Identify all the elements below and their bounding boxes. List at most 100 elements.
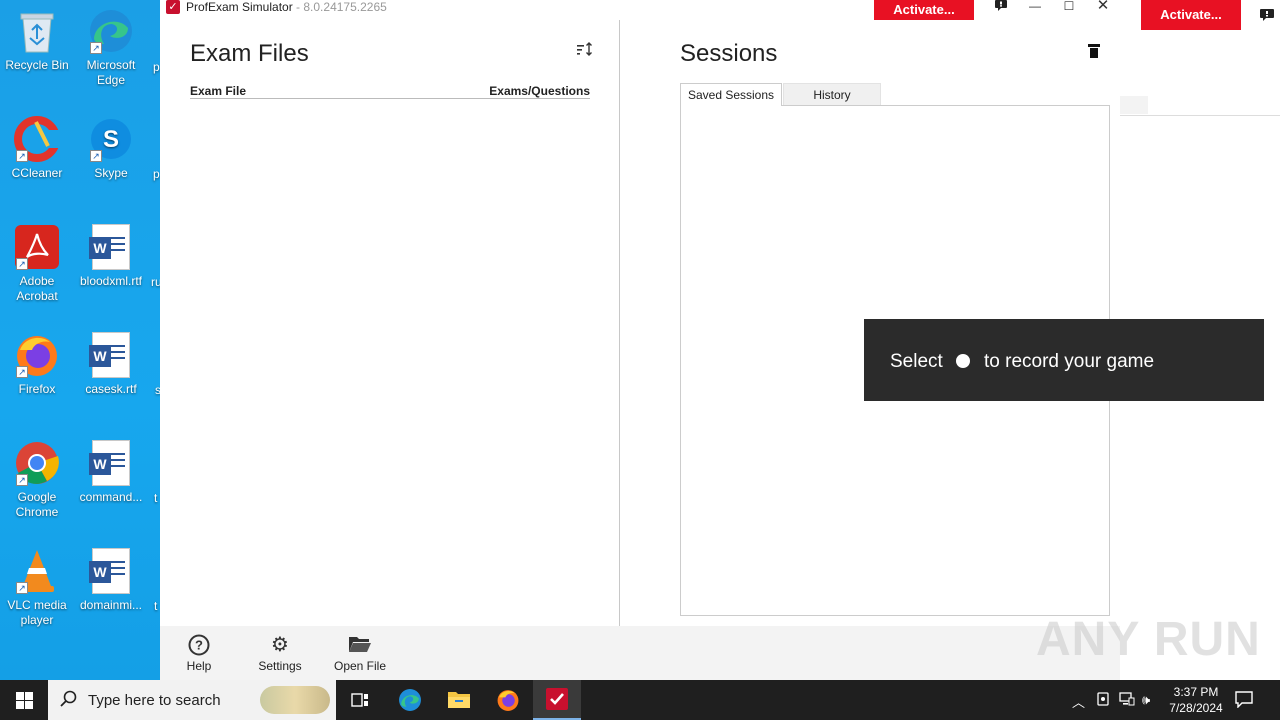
firefox-icon <box>497 690 519 711</box>
profexam-app-icon: ✓ <box>166 0 180 14</box>
desktop-icon-recycle-bin[interactable]: Recycle Bin <box>0 8 74 73</box>
window-title: ProfExam Simulator - 8.0.24175.2265 <box>186 0 387 14</box>
network-icon[interactable] <box>1119 692 1135 709</box>
record-circle-icon <box>956 354 970 368</box>
divider <box>1120 115 1280 116</box>
ccleaner-icon: ↗ <box>14 116 60 162</box>
desktop-icon-label: Microsoft Edge <box>86 58 136 87</box>
vlc-cone-icon: ↗ <box>14 548 60 594</box>
help-button-label: Help <box>186 659 212 673</box>
clipped-icon-label: t <box>154 599 158 613</box>
search-highlight-image <box>260 686 330 714</box>
desktop-icon-label: Firefox <box>18 382 56 396</box>
column-header-exams-questions[interactable]: Exams/Questions <box>489 84 590 98</box>
adobe-acrobat-icon: ↗ <box>14 224 60 270</box>
toast-text-after: to record your game <box>984 351 1155 372</box>
word-document-icon: W <box>88 332 134 378</box>
desktop-icon-label: Skype <box>94 166 128 180</box>
firefox-icon: ↗ <box>14 332 60 378</box>
desktop-icon-label: VLC media player <box>7 598 67 627</box>
shortcut-arrow-icon: ↗ <box>16 366 28 378</box>
taskbar-search-box[interactable]: Type here to search <box>48 680 336 720</box>
gear-icon: ⚙ <box>271 634 289 656</box>
shortcut-arrow-icon: ↗ <box>90 42 102 54</box>
feedback-icon[interactable] <box>1260 8 1274 21</box>
tab-history[interactable]: History <box>783 83 881 106</box>
sessions-title: Sessions <box>680 40 778 67</box>
taskbar-edge-button[interactable] <box>386 680 434 720</box>
exam-files-table-header: Exam File Exams/Questions <box>190 84 590 99</box>
tray-app-icon[interactable] <box>1097 692 1109 709</box>
show-hidden-icons-button[interactable]: ︿ <box>1072 692 1085 711</box>
desktop-icon-skype[interactable]: S ↗ Skype <box>74 116 148 181</box>
chrome-icon: ↗ <box>14 440 60 486</box>
taskbar-clock[interactable]: 3:37 PM 7/28/2024 <box>1164 684 1228 716</box>
shortcut-arrow-icon: ↗ <box>16 258 28 270</box>
exam-files-title: Exam Files <box>190 40 309 67</box>
task-view-button[interactable] <box>336 680 384 720</box>
exam-files-pane: Exam Files Exam File Exams/Questions <box>160 20 620 626</box>
desktop-icon-bloodxml[interactable]: W bloodxml.rtf <box>74 224 148 289</box>
taskbar-firefox-button[interactable] <box>484 680 532 720</box>
clipped-icon-label: t <box>154 491 158 505</box>
volume-icon[interactable]: 🕪 <box>1142 692 1150 708</box>
sort-button[interactable] <box>576 42 594 60</box>
desktop-icon-google-chrome[interactable]: ↗ Google Chrome <box>0 440 74 520</box>
file-explorer-icon <box>448 692 470 708</box>
delete-sessions-button[interactable] <box>1087 44 1101 60</box>
settings-button-label: Settings <box>258 659 302 673</box>
desktop-icon-microsoft-edge[interactable]: ↗ Microsoft Edge <box>74 8 148 88</box>
maximize-button[interactable]: ☐ <box>1052 0 1086 14</box>
anyrun-watermark: ANY RUN <box>1036 613 1261 666</box>
taskbar-file-explorer-button[interactable] <box>435 680 483 720</box>
edge-icon <box>399 689 421 711</box>
edge-icon: ↗ <box>88 8 134 54</box>
help-button[interactable]: ? Help <box>164 634 234 673</box>
open-file-button-label: Open File <box>333 659 387 673</box>
desktop-icon-command[interactable]: W command... <box>74 440 148 505</box>
desktop-icon-adobe-acrobat[interactable]: ↗ Adobe Acrobat <box>0 224 74 304</box>
desktop-icon-casesk[interactable]: W casesk.rtf <box>74 332 148 397</box>
sort-icon <box>577 42 592 56</box>
shortcut-arrow-icon: ↗ <box>16 474 28 486</box>
start-button[interactable] <box>0 680 48 720</box>
toast-text-before: Select <box>890 351 943 372</box>
settings-button[interactable]: ⚙ Settings <box>245 634 315 673</box>
close-button[interactable]: ✕ <box>1086 0 1120 14</box>
desktop-icon-firefox[interactable]: ↗ Firefox <box>0 332 74 397</box>
game-bar-notification[interactable]: Select to record your game <box>864 319 1264 401</box>
open-file-button[interactable]: Open File <box>325 634 395 673</box>
feedback-icon[interactable] <box>984 0 1018 14</box>
desktop-icon-label: domainmi... <box>79 598 143 612</box>
shortcut-arrow-icon: ↗ <box>90 150 102 162</box>
column-header-exam-file[interactable]: Exam File <box>190 84 246 98</box>
activate-button[interactable]: Activate... <box>874 0 974 20</box>
desktop-icon-vlc[interactable]: ↗ VLC media player <box>0 548 74 628</box>
notification-icon <box>1235 691 1253 709</box>
shortcut-arrow-icon: ↗ <box>16 150 28 162</box>
search-icon <box>60 690 78 713</box>
bottom-toolbar: ? Help ⚙ Settings Open File <box>160 626 1120 680</box>
word-document-icon: W <box>88 548 134 594</box>
folder-open-icon <box>325 634 395 656</box>
help-icon: ? <box>164 634 234 656</box>
title-bar: ✓ ProfExam Simulator - 8.0.24175.2265 Ac… <box>160 0 1120 20</box>
desktop-icon-domainmi[interactable]: W domainmi... <box>74 548 148 613</box>
clipped-icon-label: p <box>153 60 160 74</box>
notification-center-button[interactable] <box>1234 690 1258 710</box>
skype-icon: S ↗ <box>88 116 134 162</box>
desktop-icon-label: bloodxml.rtf <box>79 274 143 288</box>
tab-saved-sessions[interactable]: Saved Sessions <box>680 83 782 106</box>
profexam-icon <box>546 688 568 710</box>
taskbar: Type here to search ︿ 🕪 3:37 PM 7/28/202… <box>0 680 1280 720</box>
recycle-bin-icon <box>14 8 60 54</box>
activate-button-secondary[interactable]: Activate... <box>1141 0 1241 30</box>
tab-strip-fragment <box>1120 96 1148 114</box>
taskbar-profexam-button[interactable] <box>533 680 581 720</box>
desktop-icon-label: CCleaner <box>11 166 63 180</box>
minimize-button[interactable]: — <box>1018 0 1052 14</box>
svg-text:?: ? <box>195 638 203 653</box>
word-document-icon: W <box>88 440 134 486</box>
desktop-icon-label: Recycle Bin <box>5 58 69 72</box>
desktop-icon-ccleaner[interactable]: ↗ CCleaner <box>0 116 74 181</box>
